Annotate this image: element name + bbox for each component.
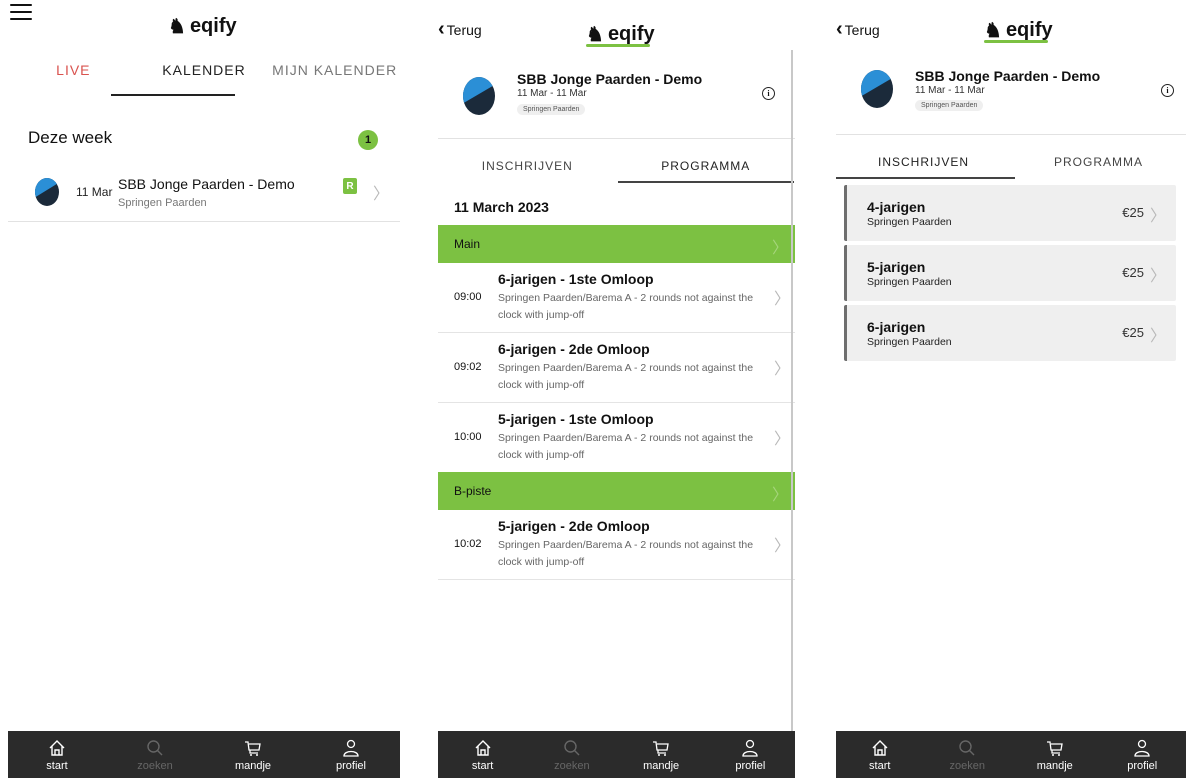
profile-icon: [742, 739, 759, 757]
registration-screen: ‹ Terug ♞ eqify SBB Jonge Paarden - Demo…: [836, 0, 1186, 778]
chevron-left-icon: ‹: [836, 18, 843, 40]
eqify-logo: ♞ eqify: [168, 15, 237, 38]
search-icon: [564, 739, 580, 755]
bottom-nav: start zoeken mandje profiel: [438, 731, 795, 778]
chevron-right-icon: 〉: [774, 538, 791, 555]
event-logo-icon: [463, 77, 495, 115]
active-tab-indicator: [836, 177, 1015, 179]
event-name: SBB Jonge Paarden - Demo: [118, 176, 295, 192]
active-tab-indicator: [618, 181, 794, 183]
event-discipline: Springen Paarden: [118, 197, 207, 209]
calendar-screen: ♞ eqify LIVE KALENDER MIJN KALENDER Deze…: [8, 0, 400, 778]
nav-start[interactable]: start: [8, 731, 106, 778]
event-tag: Springen Paarden: [915, 100, 984, 111]
home-icon: [475, 739, 491, 756]
nav-zoeken[interactable]: zoeken: [106, 731, 204, 778]
back-button[interactable]: ‹ Terug: [438, 18, 482, 41]
tab-inschrijven[interactable]: INSCHRIJVEN: [836, 135, 1011, 180]
chevron-right-icon: 〉: [1149, 268, 1166, 285]
program-item[interactable]: 10:02 5-jarigen - 2de Omloop Springen Pa…: [438, 510, 795, 580]
knight-icon: ♞: [168, 16, 186, 38]
program-item[interactable]: 10:00 5-jarigen - 1ste Omloop Springen P…: [438, 403, 795, 473]
program-item[interactable]: 09:00 6-jarigen - 1ste Omloop Springen P…: [438, 263, 795, 333]
back-button[interactable]: ‹ Terug: [836, 18, 880, 41]
nav-start[interactable]: start: [836, 731, 924, 778]
nav-mandje[interactable]: mandje: [1011, 731, 1099, 778]
scrollbar-track[interactable]: [791, 50, 793, 738]
event-dates: 11 Mar - 11 Mar: [517, 88, 587, 99]
tab-kalender[interactable]: KALENDER: [139, 62, 270, 98]
registration-item[interactable]: 6-jarigen Springen Paarden €25 〉: [844, 305, 1176, 361]
chevron-right-icon: 〉: [774, 431, 791, 448]
event-dates: 11 Mar - 11 Mar: [915, 85, 985, 96]
event-logo-icon: [861, 70, 893, 108]
event-title: SBB Jonge Paarden - Demo: [915, 68, 1101, 84]
cart-icon: [245, 740, 261, 756]
cart-icon: [1046, 740, 1063, 756]
nav-zoeken[interactable]: zoeken: [924, 731, 1012, 778]
nav-mandje[interactable]: mandje: [204, 731, 302, 778]
tab-inschrijven[interactable]: INSCHRIJVEN: [438, 139, 617, 184]
registration-item[interactable]: 4-jarigen Springen Paarden €25 〉: [844, 185, 1176, 241]
nav-profiel[interactable]: profiel: [302, 731, 400, 778]
chevron-right-icon: 〉: [772, 240, 789, 257]
chevron-right-icon: 〉: [774, 291, 791, 308]
chevron-right-icon: 〉: [373, 186, 390, 203]
nav-start[interactable]: start: [438, 731, 527, 778]
r-badge: R: [343, 178, 357, 194]
event-list-item[interactable]: 11 Mar SBB Jonge Paarden - Demo Springen…: [8, 168, 400, 222]
profile-icon: [343, 739, 359, 757]
chevron-right-icon: 〉: [1149, 208, 1166, 225]
price: €25: [1122, 325, 1144, 340]
program-date: 11 March 2023: [454, 199, 549, 215]
search-icon: [147, 739, 163, 755]
event-tabs: INSCHRIJVEN PROGRAMMA: [836, 134, 1186, 180]
logo-underline: [586, 44, 650, 47]
price: €25: [1122, 265, 1144, 280]
info-icon[interactable]: i: [1161, 84, 1174, 97]
home-icon: [49, 739, 65, 756]
event-logo-icon: [35, 178, 59, 206]
profile-icon: [1134, 739, 1150, 757]
active-tab-indicator: [111, 94, 235, 96]
tab-programma[interactable]: PROGRAMMA: [617, 139, 796, 184]
price: €25: [1122, 205, 1144, 220]
section-title: Deze week: [28, 128, 113, 147]
menu-icon[interactable]: [10, 4, 32, 20]
tab-programma[interactable]: PROGRAMMA: [1011, 135, 1186, 180]
tab-mijn-kalender[interactable]: MIJN KALENDER: [269, 62, 400, 98]
tab-live[interactable]: LIVE: [8, 62, 139, 98]
nav-zoeken[interactable]: zoeken: [527, 731, 616, 778]
count-badge: 1: [358, 130, 378, 150]
nav-profiel[interactable]: profiel: [1099, 731, 1186, 778]
search-icon: [959, 739, 975, 755]
chevron-right-icon: 〉: [774, 361, 791, 378]
event-tabs: INSCHRIJVEN PROGRAMMA: [438, 138, 795, 184]
bottom-nav: start zoeken mandje profiel: [836, 731, 1186, 778]
nav-profiel[interactable]: profiel: [706, 731, 795, 778]
registration-item[interactable]: 5-jarigen Springen Paarden €25 〉: [844, 245, 1176, 301]
chevron-left-icon: ‹: [438, 18, 445, 40]
event-tag: Springen Paarden: [517, 104, 586, 115]
home-icon: [872, 739, 888, 756]
event-title: SBB Jonge Paarden - Demo: [517, 71, 703, 87]
program-item[interactable]: 09:02 6-jarigen - 2de Omloop Springen Pa…: [438, 333, 795, 403]
info-icon[interactable]: i: [762, 87, 775, 100]
program-screen: ‹ Terug ♞ eqify SBB Jonge Paarden - Demo…: [438, 0, 795, 778]
logo-underline: [984, 40, 1048, 43]
chevron-right-icon: 〉: [1149, 328, 1166, 345]
group-header-main[interactable]: Main 〉: [438, 225, 795, 263]
event-date: 11 Mar: [76, 185, 113, 199]
nav-mandje[interactable]: mandje: [617, 731, 706, 778]
chevron-right-icon: 〉: [772, 487, 789, 504]
cart-icon: [653, 740, 669, 756]
calendar-tabs: LIVE KALENDER MIJN KALENDER: [8, 62, 400, 98]
bottom-nav: start zoeken mandje profiel: [8, 731, 400, 778]
group-header-b-piste[interactable]: B-piste 〉: [438, 472, 795, 510]
